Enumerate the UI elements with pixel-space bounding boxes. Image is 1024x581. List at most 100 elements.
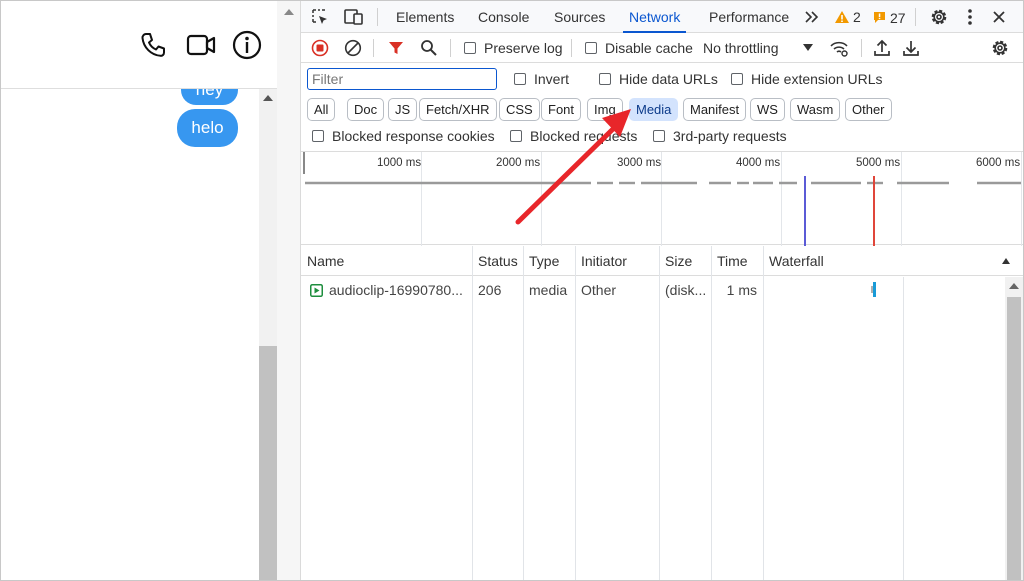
invert-label[interactable]: Invert: [534, 71, 569, 87]
type-filter-ws[interactable]: WS: [750, 98, 785, 121]
third-party-label[interactable]: 3rd-party requests: [673, 128, 787, 144]
column-initiator[interactable]: Initiator: [575, 246, 627, 276]
network-overview[interactable]: 1000 ms 2000 ms 3000 ms 4000 ms 5000 ms …: [301, 151, 1023, 246]
throttling-select[interactable]: No throttling: [703, 40, 778, 56]
disable-cache-label[interactable]: Disable cache: [605, 40, 693, 56]
dom-content-loaded-marker: [804, 176, 806, 246]
blocked-requests-checkbox[interactable]: [510, 130, 522, 142]
column-name[interactable]: Name: [301, 246, 344, 276]
blocked-cookies-label[interactable]: Blocked response cookies: [332, 128, 495, 144]
filter-input[interactable]: [307, 68, 497, 90]
requests-scrollbar-thumb[interactable]: [1007, 297, 1021, 580]
settings-icon[interactable]: [929, 7, 949, 27]
timeline-tick: 2000 ms: [496, 157, 541, 169]
timeline-tick: 4000 ms: [736, 157, 781, 169]
waterfall-wait: [871, 286, 873, 293]
timeline-tick: 6000 ms: [976, 157, 1021, 169]
third-party-checkbox[interactable]: [653, 130, 665, 142]
devtools-tabbar: Elements Console Sources Network Perform…: [301, 1, 1023, 33]
preserve-log-checkbox[interactable]: [464, 42, 476, 54]
column-time[interactable]: Time: [711, 246, 748, 276]
video-icon[interactable]: [185, 29, 217, 61]
blocking-filters: Blocked response cookies Blocked request…: [301, 125, 1023, 151]
requests-table-header: Name Status Type Initiator Size Time Wat…: [301, 246, 1023, 276]
table-row[interactable]: audioclip-16990780... 206 media Other (d…: [301, 277, 1005, 303]
type-filter-fetch-xhr[interactable]: Fetch/XHR: [419, 98, 497, 121]
collapse-up-icon[interactable]: [284, 9, 294, 15]
import-icon[interactable]: [873, 38, 891, 58]
search-icon[interactable]: [420, 39, 438, 57]
more-tabs-icon[interactable]: [804, 10, 820, 24]
pane-divider[interactable]: [277, 1, 301, 580]
blocked-cookies-checkbox[interactable]: [312, 130, 324, 142]
network-toolbar: Preserve log Disable cache No throttling: [301, 33, 1023, 63]
requests-scrollbar[interactable]: [1005, 277, 1023, 580]
blocked-requests-label[interactable]: Blocked requests: [530, 128, 637, 144]
type-filter-manifest[interactable]: Manifest: [683, 98, 747, 121]
chat-pane: hey helo: [1, 1, 279, 580]
type-filter-doc[interactable]: Doc: [347, 98, 385, 121]
chat-messages: hey helo: [1, 89, 259, 580]
info-icon[interactable]: [231, 29, 263, 61]
screenshot-frame: hey helo Elements Console Sources Networ…: [0, 0, 1024, 581]
hide-extension-urls-label[interactable]: Hide extension URLs: [751, 71, 883, 87]
disable-cache-checkbox[interactable]: [585, 42, 597, 54]
hide-extension-urls-checkbox[interactable]: [731, 73, 743, 85]
device-toolbar-icon[interactable]: [344, 8, 364, 26]
media-file-icon: [310, 284, 323, 297]
tab-sources[interactable]: Sources: [554, 1, 605, 33]
type-filter-font[interactable]: Font: [541, 98, 582, 121]
network-conditions-icon[interactable]: [829, 38, 849, 58]
overview-left-handle[interactable]: [303, 152, 305, 174]
tab-console[interactable]: Console: [478, 1, 529, 33]
request-time: 1 ms: [726, 282, 757, 298]
request-status: 206: [478, 282, 502, 298]
chat-scrollbar-thumb[interactable]: [259, 346, 277, 580]
type-filter-wasm[interactable]: Wasm: [790, 98, 841, 121]
tab-performance[interactable]: Performance: [709, 1, 789, 33]
hide-data-urls-checkbox[interactable]: [599, 73, 611, 85]
overview-activity: [305, 181, 1021, 185]
timeline-tick: 5000 ms: [856, 157, 901, 169]
request-size: (disk...: [665, 282, 707, 298]
record-icon[interactable]: [311, 39, 329, 57]
column-waterfall[interactable]: Waterfall: [763, 246, 824, 276]
network-settings-icon[interactable]: [990, 38, 1010, 58]
issue-count[interactable]: 27: [890, 10, 906, 26]
tab-elements[interactable]: Elements: [396, 1, 454, 33]
message-bubble: helo: [177, 109, 238, 147]
close-icon[interactable]: [992, 10, 1006, 24]
scroll-up-icon[interactable]: [263, 95, 273, 101]
type-filter-other[interactable]: Other: [845, 98, 892, 121]
type-filter-media[interactable]: Media: [629, 98, 679, 121]
inspect-icon[interactable]: [311, 8, 329, 26]
waterfall-bar: [873, 282, 876, 297]
clear-icon[interactable]: [344, 39, 362, 57]
invert-checkbox[interactable]: [514, 73, 526, 85]
type-filter-css[interactable]: CSS: [499, 98, 540, 121]
warning-icon[interactable]: [834, 10, 850, 24]
resource-type-filters: All Doc JS Fetch/XHR CSS Font Img Media …: [301, 95, 1023, 125]
load-event-marker: [873, 176, 875, 246]
issues-icon[interactable]: [873, 11, 886, 24]
preserve-log-label[interactable]: Preserve log: [484, 40, 563, 56]
tab-network[interactable]: Network: [622, 1, 687, 33]
request-type: media: [529, 282, 568, 298]
scroll-up-icon[interactable]: [1009, 283, 1019, 289]
type-filter-all[interactable]: All: [307, 98, 336, 121]
phone-icon[interactable]: [137, 29, 169, 61]
sort-ascending-icon[interactable]: [1001, 257, 1011, 265]
filter-icon[interactable]: [388, 40, 404, 56]
column-type[interactable]: Type: [523, 246, 559, 276]
export-icon[interactable]: [902, 38, 920, 58]
more-vert-icon[interactable]: [965, 8, 975, 26]
warning-count[interactable]: 2: [853, 9, 861, 25]
column-status[interactable]: Status: [472, 246, 518, 276]
hide-data-urls-label[interactable]: Hide data URLs: [619, 71, 718, 87]
type-filter-js[interactable]: JS: [388, 98, 418, 121]
chat-scrollbar[interactable]: [259, 89, 277, 580]
dropdown-icon[interactable]: [802, 43, 814, 53]
request-name[interactable]: audioclip-16990780...: [323, 277, 473, 303]
type-filter-img[interactable]: Img: [587, 98, 623, 121]
column-size[interactable]: Size: [659, 246, 692, 276]
